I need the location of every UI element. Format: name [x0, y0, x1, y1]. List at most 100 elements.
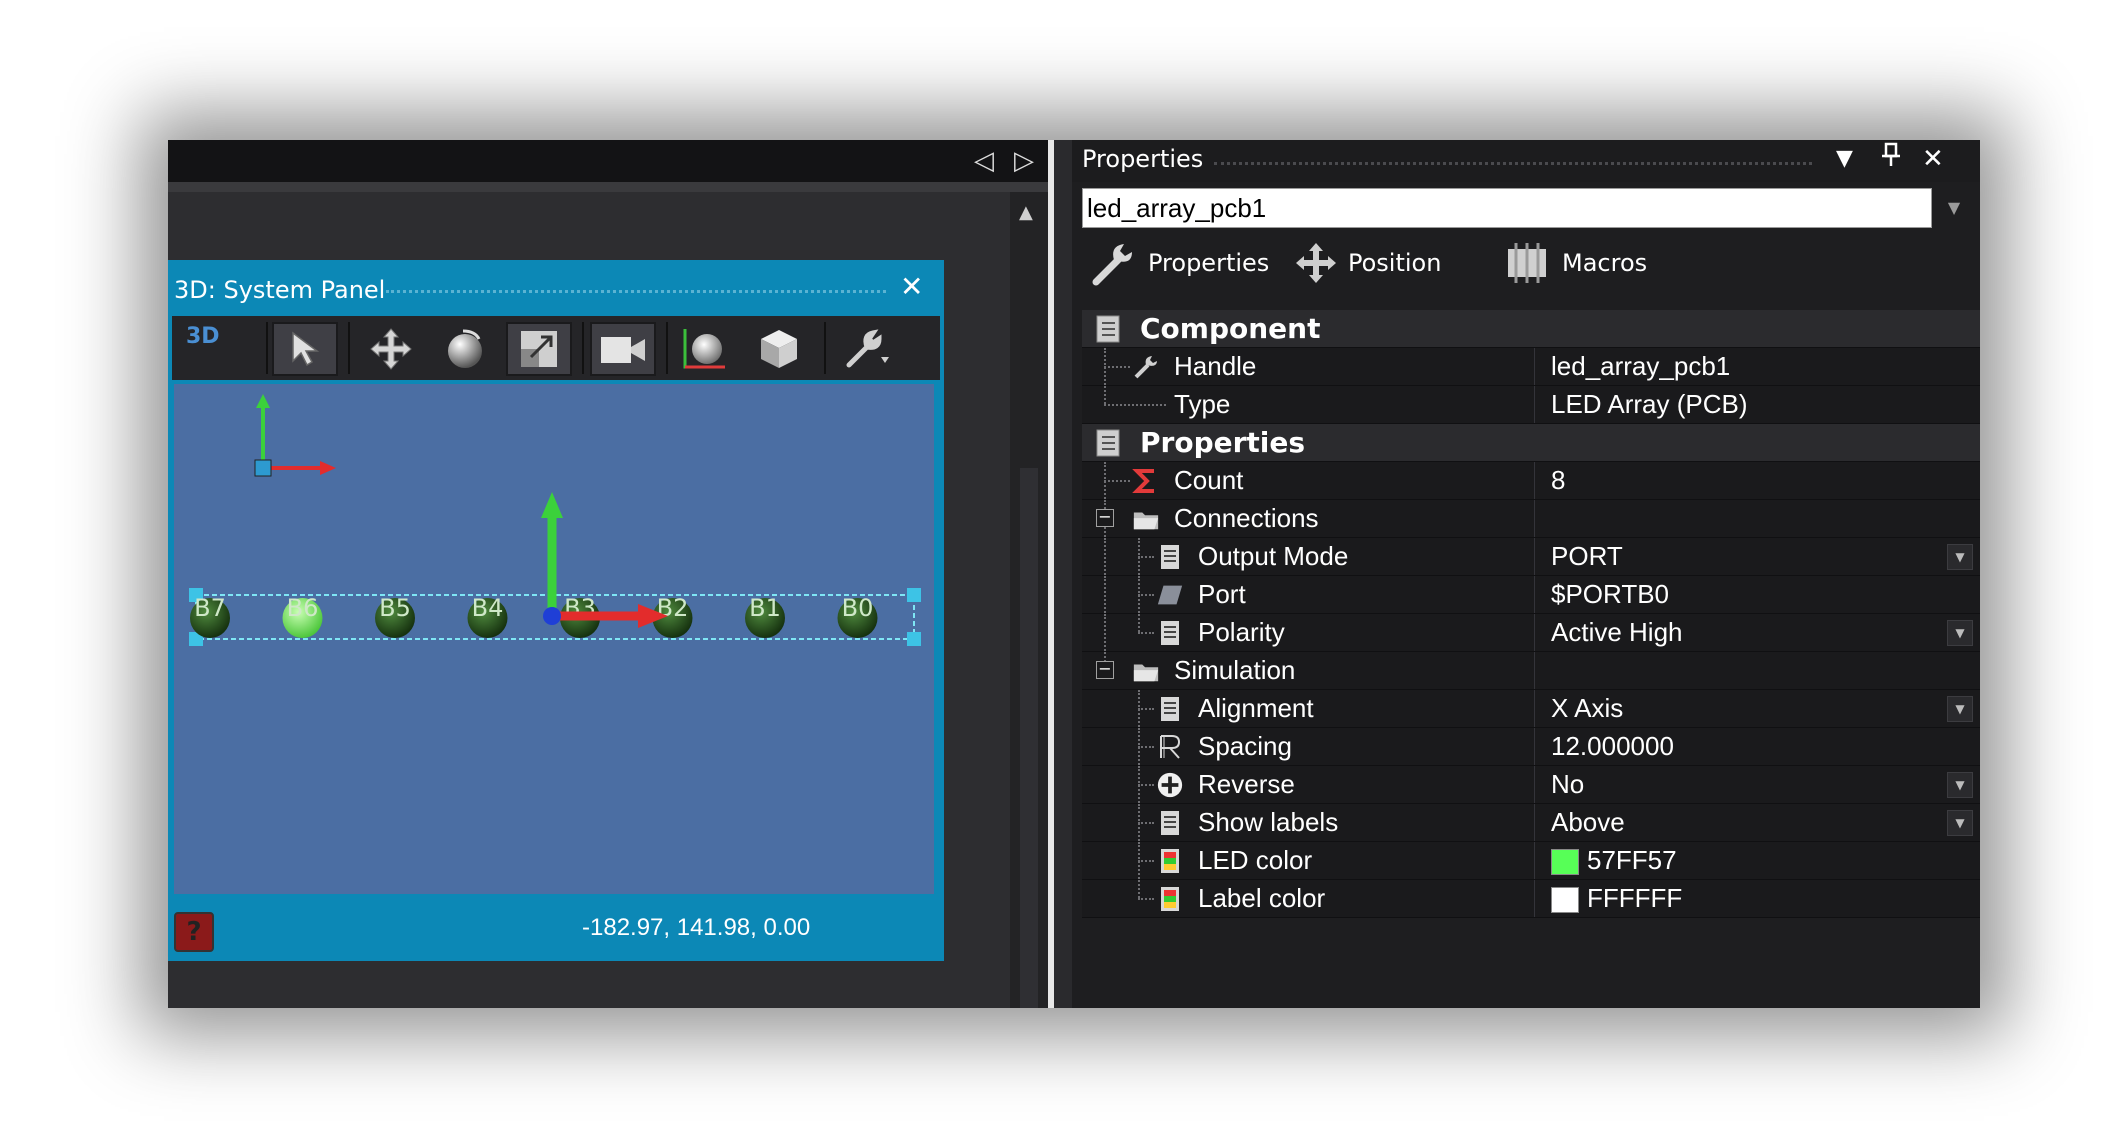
help-icon[interactable]: ?: [174, 912, 214, 952]
chevron-down-icon[interactable]: ▼: [1947, 772, 1973, 798]
move-gizmo[interactable]: [541, 492, 668, 628]
category-properties[interactable]: Properties: [1082, 424, 1980, 462]
led-label: B1: [749, 594, 781, 622]
led-label: B6: [287, 594, 319, 622]
title-grip[interactable]: [386, 290, 886, 293]
list-icon: [1156, 809, 1184, 837]
chevron-down-icon[interactable]: ▼: [1947, 696, 1973, 722]
move-tool-button[interactable]: [358, 322, 424, 376]
group-label: Simulation: [1174, 655, 1296, 685]
property-name: Count: [1174, 465, 1244, 495]
vertical-scrollbar[interactable]: ▲: [1010, 192, 1048, 1008]
document-tabstrip: [168, 182, 1048, 192]
settings-tool-button[interactable]: [834, 322, 900, 376]
property-row-alignment[interactable]: Alignment X Axis ▼: [1082, 690, 1980, 728]
property-row-label-color[interactable]: Label color FFFFFF: [1082, 880, 1980, 918]
toolbar-separator: [582, 322, 584, 374]
property-value[interactable]: Above: [1551, 807, 1625, 838]
chevron-down-icon[interactable]: ▼: [1947, 620, 1973, 646]
properties-close-button[interactable]: ✕: [1922, 142, 1944, 176]
property-row-port[interactable]: Port $PORTB0: [1082, 576, 1980, 614]
move-arrows-icon: [1296, 243, 1336, 283]
property-row-reverse[interactable]: Reverse No ▼: [1082, 766, 1980, 804]
document-icon: [1094, 315, 1122, 343]
property-name: Show labels: [1198, 807, 1339, 837]
led-array[interactable]: B7 B6 B5 B4 B3 B2 B1 B0: [190, 594, 878, 638]
property-value[interactable]: 8: [1551, 465, 1565, 496]
splitter-gap: [1054, 140, 1072, 1008]
header-grip[interactable]: [1214, 162, 1812, 165]
rotate-tool-button[interactable]: [432, 322, 498, 376]
chip-icon: [1508, 243, 1546, 283]
real-number-icon: [1156, 733, 1184, 761]
object-selector[interactable]: led_array_pcb1: [1082, 188, 1932, 228]
property-row-count[interactable]: Count 8: [1082, 462, 1980, 500]
collapse-toggle[interactable]: −: [1096, 661, 1114, 679]
folder-icon: [1132, 505, 1160, 533]
group-simulation[interactable]: − Simulation: [1082, 652, 1980, 690]
property-grid: Component Handle led_array_pcb1 Type LED…: [1082, 310, 1980, 918]
system-panel-close-button[interactable]: ✕: [900, 270, 923, 303]
property-value[interactable]: led_array_pcb1: [1551, 351, 1730, 382]
label-color-swatch[interactable]: [1551, 887, 1579, 913]
lighting-button[interactable]: [672, 322, 738, 376]
3d-mode-label[interactable]: 3D: [186, 324, 220, 349]
chevron-down-icon[interactable]: ▼: [1947, 544, 1973, 570]
system-panel-toolbar: 3D: [172, 316, 940, 380]
property-name: Type: [1174, 389, 1231, 419]
property-name: Reverse: [1198, 769, 1295, 799]
category-label: Component: [1140, 312, 1321, 345]
properties-panel: Properties ▼ ✕ led_array_pcb1 ▼ Properti…: [1072, 140, 1980, 1008]
led-label: B0: [842, 594, 874, 622]
color-palette-icon: [1156, 885, 1184, 913]
property-value[interactable]: $PORTB0: [1551, 579, 1669, 610]
scale-tool-button[interactable]: [506, 322, 572, 376]
property-row-handle[interactable]: Handle led_array_pcb1: [1082, 348, 1980, 386]
select-tool-button[interactable]: [272, 322, 338, 376]
wrench-icon: [846, 329, 889, 368]
property-value[interactable]: FFFFFF: [1587, 883, 1682, 914]
group-connections[interactable]: − Connections: [1082, 500, 1980, 538]
tab-position[interactable]: Position: [1294, 240, 1441, 286]
property-row-polarity[interactable]: Polarity Active High ▼: [1082, 614, 1980, 652]
property-value[interactable]: 12.000000: [1551, 731, 1674, 762]
property-row-type[interactable]: Type LED Array (PCB): [1082, 386, 1980, 424]
nav-left-button[interactable]: ◁: [974, 146, 994, 176]
property-value[interactable]: X Axis: [1551, 693, 1623, 724]
camera-view-button[interactable]: [590, 322, 656, 376]
3d-scene[interactable]: B7 B6 B5 B4 B3 B2 B1 B0: [174, 384, 934, 894]
chevron-down-icon: ▼: [1947, 198, 1961, 217]
scroll-up-icon[interactable]: ▲: [1019, 202, 1033, 223]
property-row-output-mode[interactable]: Output Mode PORT ▼: [1082, 538, 1980, 576]
property-name: Output Mode: [1198, 541, 1349, 571]
panel-menu-button[interactable]: ▼: [1836, 142, 1853, 176]
tab-properties[interactable]: Properties: [1090, 240, 1269, 286]
property-value[interactable]: Active High: [1551, 617, 1683, 648]
property-value[interactable]: 57FF57: [1587, 845, 1677, 876]
property-row-led-color[interactable]: LED color 57FF57: [1082, 842, 1980, 880]
sigma-icon: [1132, 467, 1160, 495]
folder-icon: [1132, 657, 1160, 685]
wrench-icon: [1132, 353, 1160, 381]
property-name: Port: [1198, 579, 1246, 609]
pin-button[interactable]: [1880, 142, 1902, 177]
port-icon: [1156, 581, 1184, 609]
tab-macros-label: Macros: [1562, 249, 1648, 277]
property-row-show-labels[interactable]: Show labels Above ▼: [1082, 804, 1980, 842]
3d-viewport[interactable]: B7 B6 B5 B4 B3 B2 B1 B0: [174, 384, 934, 894]
led-color-swatch[interactable]: [1551, 849, 1579, 875]
chevron-down-icon[interactable]: ▼: [1947, 810, 1973, 836]
arrow-cursor-icon: [292, 331, 320, 367]
scrollbar-thumb[interactable]: [1020, 468, 1038, 1008]
nav-right-button[interactable]: ▷: [1014, 146, 1034, 176]
solid-view-button[interactable]: [746, 322, 812, 376]
property-value[interactable]: No: [1551, 769, 1584, 800]
collapse-toggle[interactable]: −: [1096, 509, 1114, 527]
tab-macros[interactable]: Macros: [1502, 240, 1647, 286]
object-selector-dropdown[interactable]: ▼: [1934, 188, 1974, 228]
toolbar-separator: [666, 322, 668, 374]
list-icon: [1156, 619, 1184, 647]
property-value[interactable]: PORT: [1551, 541, 1623, 572]
category-component[interactable]: Component: [1082, 310, 1980, 348]
property-row-spacing[interactable]: Spacing 12.000000: [1082, 728, 1980, 766]
